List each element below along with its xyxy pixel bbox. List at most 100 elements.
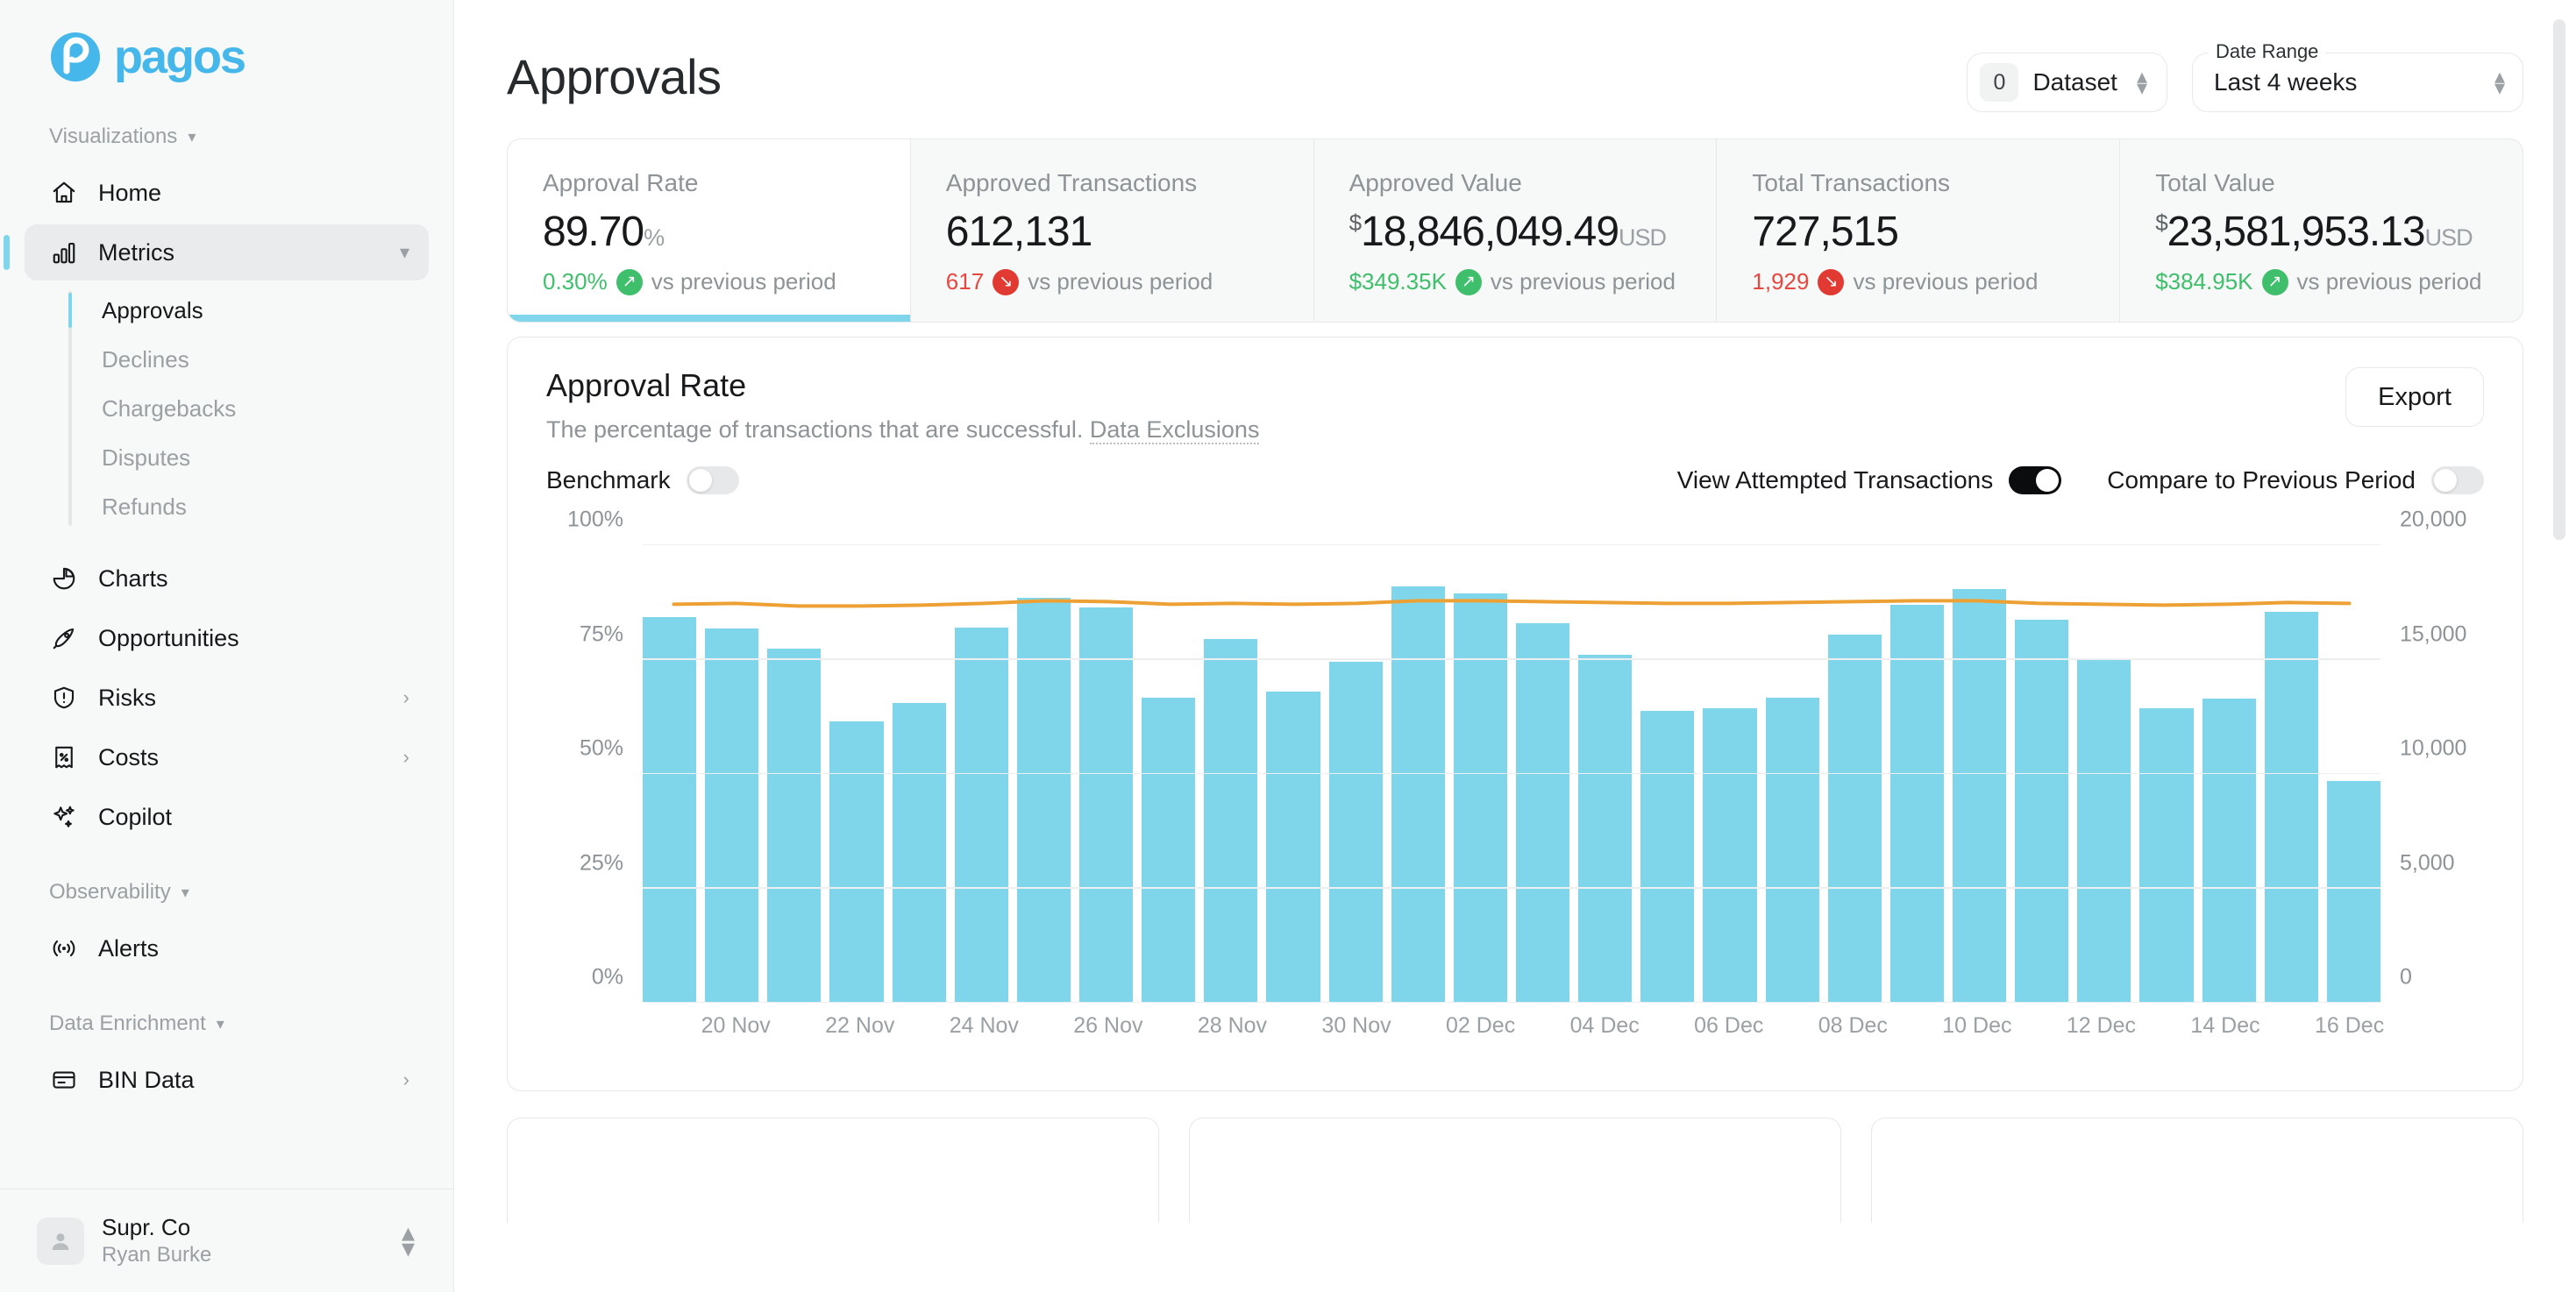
- bar[interactable]: [1329, 662, 1383, 1003]
- kpi-number: 23,581,953.13: [2167, 209, 2425, 255]
- view-attempted-toggle[interactable]: [2009, 466, 2061, 494]
- chart-card-header: Approval Rate The percentage of transact…: [546, 367, 2484, 444]
- bar[interactable]: [1266, 692, 1320, 1003]
- sidebar-item-refunds[interactable]: Refunds: [84, 482, 453, 531]
- sidebar-section-visualizations[interactable]: Visualizations ▾: [0, 124, 453, 149]
- sidebar-item-costs[interactable]: Costs ›: [25, 729, 429, 785]
- bar[interactable]: [1204, 639, 1257, 1003]
- x-axis-tick: 20 Nov: [701, 1013, 771, 1039]
- kpi-delta-text: vs previous period: [651, 268, 836, 295]
- bar[interactable]: [1142, 698, 1195, 1003]
- sidebar-item-disputes[interactable]: Disputes: [84, 433, 453, 482]
- y-axis-right-tick: 0: [2400, 965, 2412, 990]
- chart-description-text: The percentage of transactions that are …: [546, 416, 1083, 443]
- kpi-title: Approval Rate: [543, 169, 875, 197]
- bar[interactable]: [1890, 605, 1944, 1003]
- sidebar-item-label: Alerts: [98, 935, 409, 962]
- header-controls: 0 Dataset ▴▾ Date Range Last 4 weeks ▴▾: [1967, 40, 2523, 112]
- chevron-down-icon: ▾: [217, 1016, 224, 1032]
- bar[interactable]: [1391, 586, 1445, 1003]
- chevron-updown-icon[interactable]: ▴▾: [402, 1225, 415, 1257]
- kpi-card-approval-rate[interactable]: Approval Rate 89.70% 0.30% ↗ vs previous…: [508, 139, 911, 322]
- kpi-delta: $384.95K ↗ vs previous period: [2155, 268, 2487, 295]
- bar[interactable]: [1454, 593, 1507, 1003]
- bar[interactable]: [1828, 635, 1882, 1003]
- sidebar-subitem-label: Chargebacks: [102, 395, 236, 422]
- y-axis-left-tick: 25%: [580, 850, 623, 876]
- plot-grid-area: 0%025%5,00050%10,00075%15,000100%20,000: [643, 545, 2380, 1003]
- scrollbar-thumb[interactable]: [2553, 19, 2565, 540]
- app-root: pagos Visualizations ▾ Home: [0, 0, 2576, 1292]
- sidebar-item-charts[interactable]: Charts: [25, 550, 429, 607]
- y-axis-left-tick: 50%: [580, 736, 623, 762]
- sidebar-item-metrics[interactable]: Metrics ▾: [25, 224, 429, 280]
- bar[interactable]: [2202, 699, 2256, 1003]
- sidebar-item-approvals[interactable]: Approvals: [84, 286, 453, 335]
- kpi-value: 612,131: [946, 208, 1278, 256]
- sidebar-item-copilot[interactable]: Copilot: [25, 789, 429, 845]
- sidebar-item-declines[interactable]: Declines: [84, 335, 453, 384]
- bar[interactable]: [829, 721, 883, 1003]
- y-axis-right-tick: 20,000: [2400, 508, 2466, 533]
- receipt-percent-icon: [49, 742, 79, 772]
- bar[interactable]: [1640, 711, 1694, 1003]
- credit-card-icon: [49, 1065, 79, 1095]
- rocket-icon: [49, 623, 79, 653]
- x-axis-tick: 26 Nov: [1073, 1013, 1142, 1039]
- x-axis-tick: 24 Nov: [950, 1013, 1019, 1039]
- bar[interactable]: [1578, 655, 1632, 1003]
- benchmark-toggle[interactable]: [687, 466, 739, 494]
- sidebar-item-home[interactable]: Home: [25, 165, 429, 221]
- sidebar-section-observability[interactable]: Observability ▾: [0, 880, 453, 905]
- gridline: [643, 773, 2380, 775]
- secondary-card-1[interactable]: [507, 1118, 1159, 1223]
- account-meta: Supr. Co Ryan Burke: [102, 1213, 384, 1268]
- data-exclusions-link[interactable]: Data Exclusions: [1090, 416, 1260, 444]
- bar[interactable]: [767, 649, 821, 1004]
- kpi-card-total-value[interactable]: Total Value $23,581,953.13USD $384.95K ↗…: [2120, 139, 2523, 322]
- bar[interactable]: [2015, 620, 2068, 1003]
- kpi-card-approved-transactions[interactable]: Approved Transactions 612,131 617 ↘ vs p…: [911, 139, 1314, 322]
- bar[interactable]: [1079, 607, 1133, 1004]
- bar-chart-icon: [49, 238, 79, 267]
- kpi-delta: 617 ↘ vs previous period: [946, 268, 1278, 295]
- bar[interactable]: [1703, 708, 1756, 1004]
- broadcast-icon: [49, 934, 79, 963]
- sidebar-item-bin-data[interactable]: BIN Data ›: [25, 1052, 429, 1108]
- bar[interactable]: [643, 617, 696, 1003]
- bar[interactable]: [705, 628, 758, 1003]
- chevron-updown-icon[interactable]: ▴▾: [2137, 71, 2147, 94]
- bar[interactable]: [2265, 612, 2318, 1003]
- date-range-selector[interactable]: Date Range Last 4 weeks ▴▾: [2192, 53, 2523, 112]
- account-switcher[interactable]: Supr. Co Ryan Burke ▴▾: [0, 1189, 453, 1292]
- bar[interactable]: [2327, 781, 2380, 1003]
- kpi-value: 727,515: [1752, 208, 2084, 256]
- chevron-updown-icon[interactable]: ▴▾: [2494, 71, 2505, 94]
- dataset-selector[interactable]: 0 Dataset ▴▾: [1967, 53, 2167, 112]
- bar[interactable]: [1953, 589, 2006, 1003]
- bar[interactable]: [2077, 660, 2131, 1004]
- export-button[interactable]: Export: [2345, 367, 2484, 427]
- bar[interactable]: [893, 703, 946, 1003]
- x-axis-tick: 16 Dec: [2315, 1013, 2384, 1039]
- sidebar-section-data-enrichment[interactable]: Data Enrichment ▾: [0, 1012, 453, 1036]
- sidebar-item-alerts[interactable]: Alerts: [25, 920, 429, 976]
- chart-card-heading: Approval Rate The percentage of transact…: [546, 367, 1259, 444]
- brand-logo[interactable]: pagos: [0, 0, 453, 84]
- secondary-card-2[interactable]: [1189, 1118, 1841, 1223]
- compare-previous-toggle[interactable]: [2431, 466, 2484, 494]
- bar[interactable]: [1766, 698, 1819, 1003]
- page-scrollbar[interactable]: [2553, 19, 2565, 1273]
- sidebar-item-opportunities[interactable]: Opportunities: [25, 610, 429, 666]
- bar[interactable]: [2139, 708, 2193, 1004]
- secondary-cards-row: [507, 1118, 2523, 1223]
- kpi-card-total-transactions[interactable]: Total Transactions 727,515 1,929 ↘ vs pr…: [1717, 139, 2120, 322]
- secondary-card-3[interactable]: [1871, 1118, 2523, 1223]
- sidebar-item-risks[interactable]: Risks ›: [25, 670, 429, 726]
- dataset-label: Dataset: [2032, 68, 2117, 96]
- kpi-delta: 0.30% ↗ vs previous period: [543, 268, 875, 295]
- sidebar-item-chargebacks[interactable]: Chargebacks: [84, 384, 453, 433]
- bar[interactable]: [955, 628, 1008, 1003]
- kpi-card-approved-value[interactable]: Approved Value $18,846,049.49USD $349.35…: [1314, 139, 1718, 322]
- bar[interactable]: [1516, 623, 1569, 1003]
